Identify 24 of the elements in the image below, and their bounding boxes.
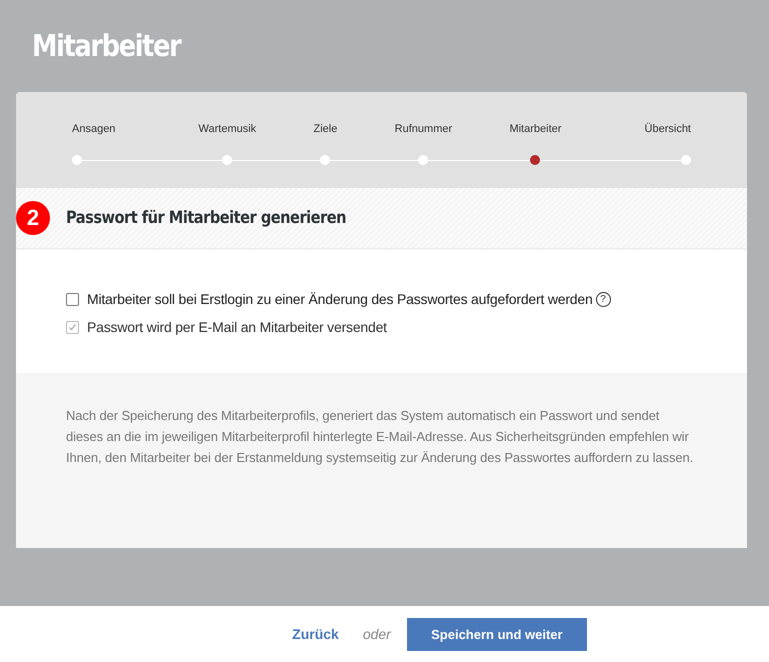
- help-icon[interactable]: ?: [596, 292, 611, 306]
- step-label: Rufnummer: [394, 123, 452, 135]
- page-title: Mitarbeiter: [32, 28, 180, 64]
- step-label: Mitarbeiter: [509, 123, 562, 135]
- step-dot[interactable]: [681, 155, 691, 165]
- save-continue-button[interactable]: Speichern und weiter: [406, 618, 587, 650]
- step-dot[interactable]: [222, 155, 232, 165]
- checkbox-label: Mitarbeiter soll bei Erstlogin zu einer Änderung des Passwortes aufgefordert werden: [87, 291, 593, 307]
- or-text: oder: [362, 626, 391, 642]
- step-dot[interactable]: [320, 155, 330, 165]
- back-link[interactable]: Zurück: [292, 626, 339, 642]
- step-dot[interactable]: [418, 155, 428, 165]
- step-label: Ansagen: [72, 123, 116, 135]
- step-label: Ziele: [314, 123, 338, 135]
- checkbox[interactable]: [66, 292, 79, 306]
- checkbox-label: Passwort wird per E-Mail an Mitarbeiter versendet: [87, 319, 387, 335]
- info-text: Nach der Speicherung des Mitarbeiterprofils, generiert das System automatisch ein Passwort und sendet dieses an die im jeweiligen Mitarbeiterprofil hinterlegte E-Mail-Adresse. Aus Sicherheitsgründen empfehlen wir Ihnen, den Mitarbeiter bei der Erstanmeldung systemseitig zur Änderung des Passwortes auffordern zu lassen.: [66, 407, 694, 467]
- step-dot[interactable]: [530, 155, 540, 165]
- step-number: 2: [16, 201, 50, 235]
- section-title: Passwort für Mitarbeiter generieren: [66, 208, 346, 228]
- step-dot[interactable]: [72, 155, 82, 165]
- step-label: Wartemusik: [198, 123, 256, 135]
- check-icon: [68, 322, 77, 332]
- step-label: Übersicht: [644, 123, 691, 135]
